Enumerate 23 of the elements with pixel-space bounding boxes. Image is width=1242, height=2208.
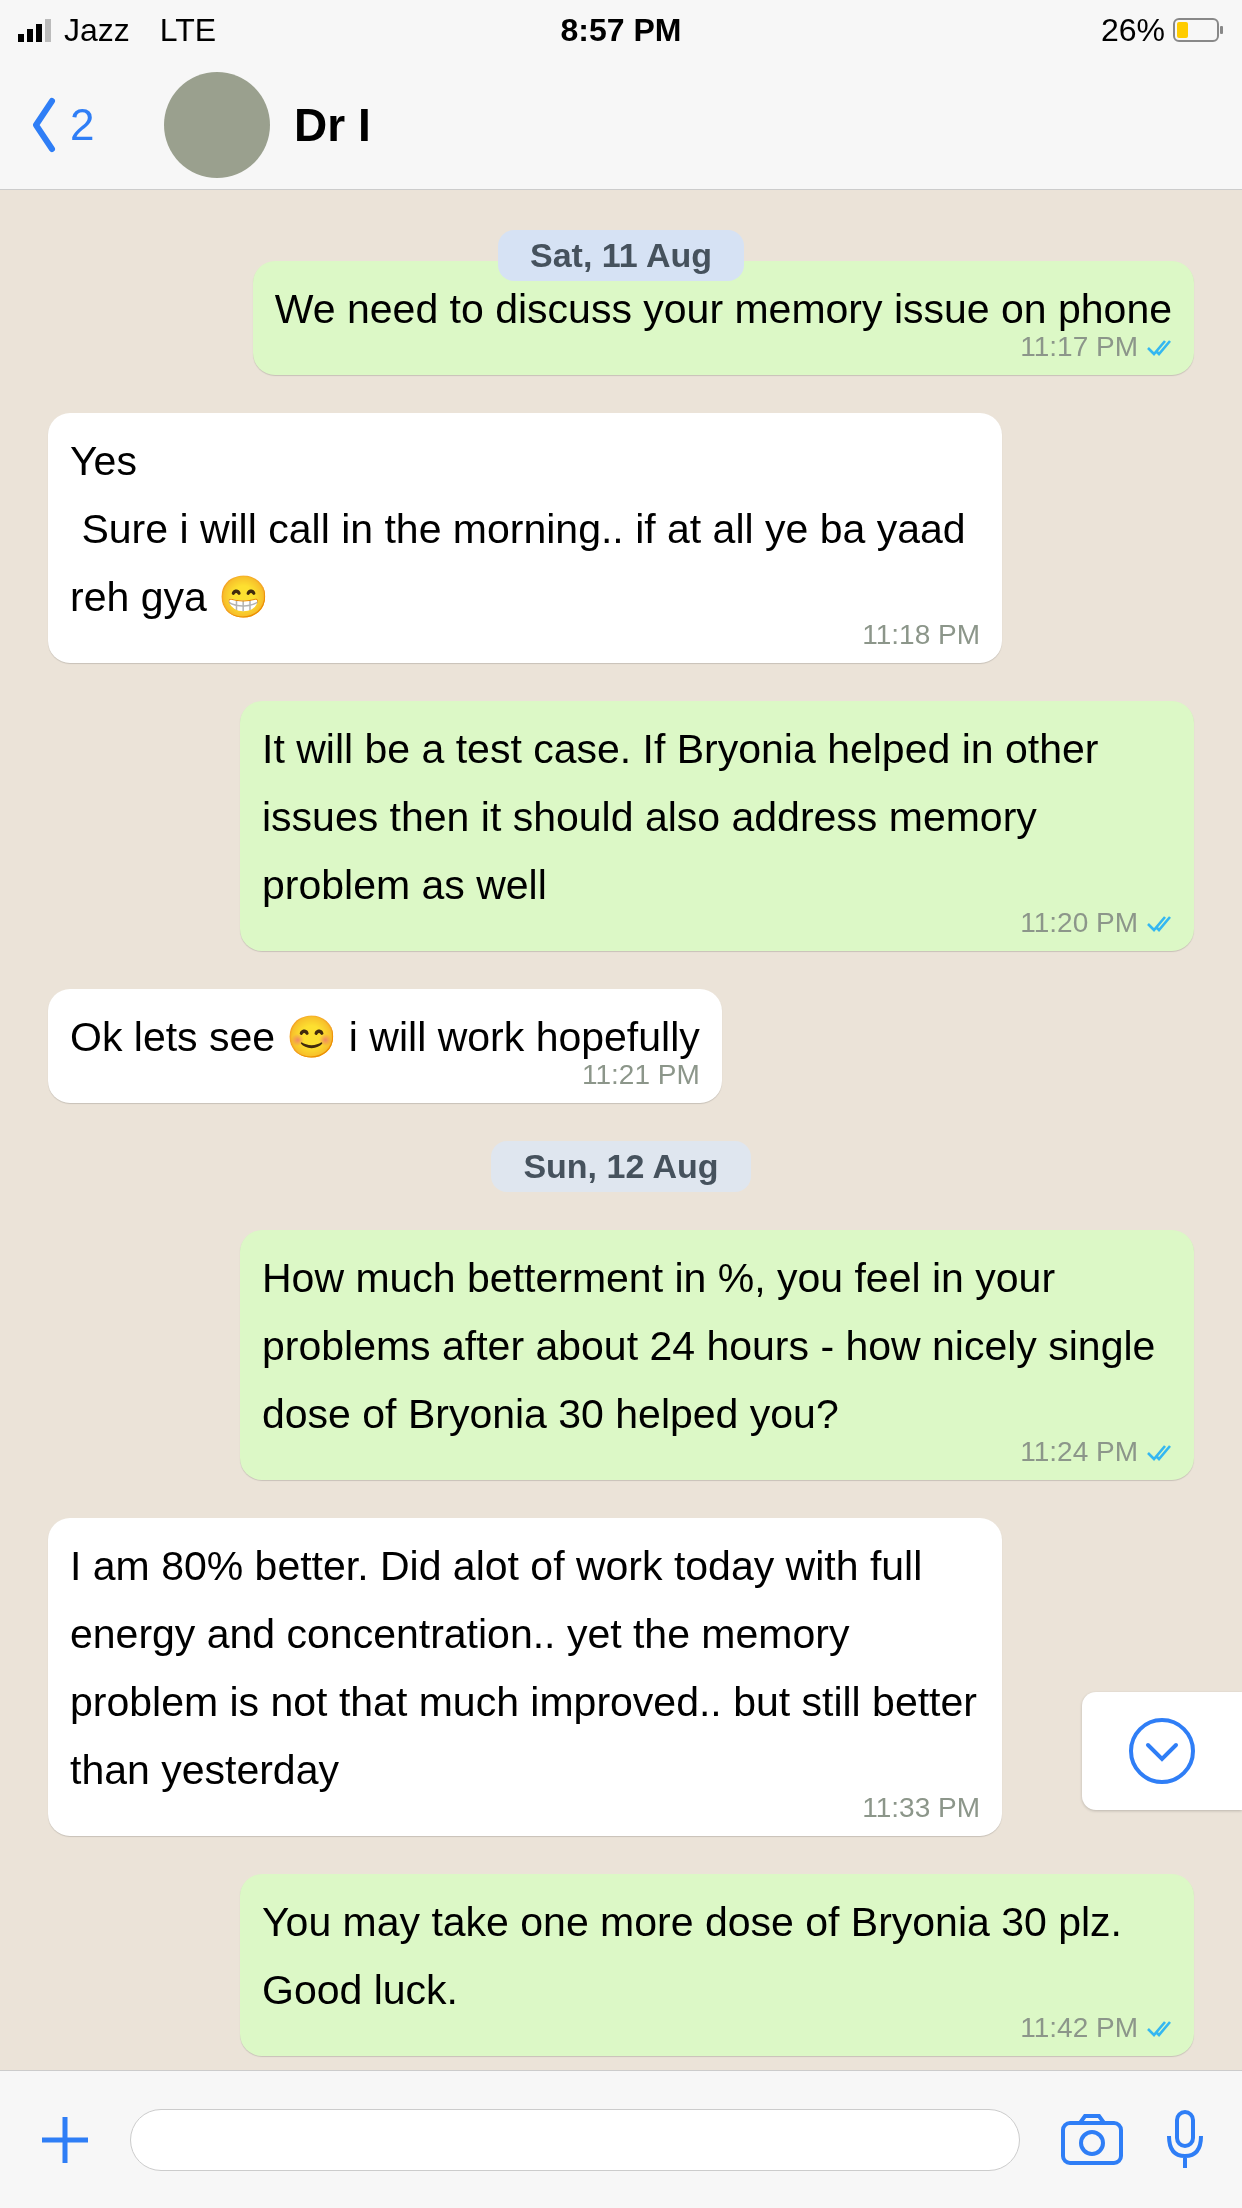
chevron-down-icon (1128, 1717, 1196, 1785)
back-button[interactable]: 2 (30, 96, 140, 153)
network-type: LTE (159, 11, 217, 49)
message-text: We need to discuss your memory issue on phone (274, 285, 1172, 334)
battery-percentage: 26% (1100, 11, 1165, 49)
microphone-button[interactable] (1164, 2109, 1206, 2170)
date-label: Sun, 12 Aug (491, 1141, 751, 1192)
contact-name[interactable]: Dr I (294, 97, 371, 152)
carrier-name: Jazz (64, 11, 130, 49)
chevron-left-icon (30, 96, 58, 153)
camera-icon (1060, 2112, 1124, 2167)
microphone-icon (1164, 2109, 1206, 2170)
signal-icon (18, 18, 52, 42)
plus-icon (40, 2114, 90, 2165)
clock-time: 8:57 PM (559, 11, 683, 49)
date-label: Sat, 11 Aug (498, 230, 744, 281)
attach-button[interactable] (40, 2114, 90, 2165)
camera-button[interactable] (1060, 2112, 1124, 2167)
scroll-down-button[interactable] (1082, 1692, 1242, 1810)
battery-icon (1173, 18, 1224, 42)
message-text: Ok lets see 😊 i will work hopefully (70, 1013, 700, 1062)
message-time: 11:21 PM (582, 1059, 700, 1092)
message-time: 11:17 PM (1020, 331, 1138, 364)
